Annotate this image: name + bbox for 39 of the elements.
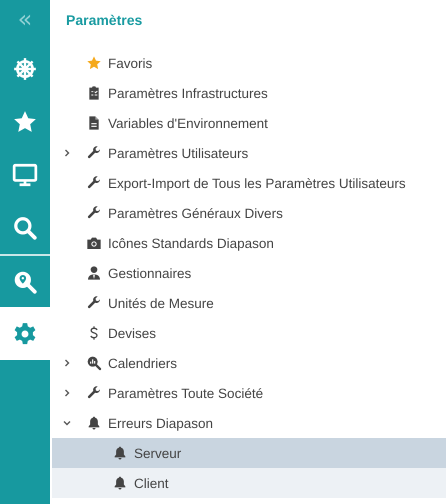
chevron-right-icon[interactable]	[62, 148, 72, 158]
person-icon	[86, 265, 102, 281]
tree-item[interactable]: Variables d'Environnement	[52, 108, 446, 138]
tree-item[interactable]: Paramètres Utilisateurs	[52, 138, 446, 168]
map-search-icon	[12, 268, 38, 294]
gear-icon	[12, 320, 38, 346]
chevron-right-icon[interactable]	[62, 358, 72, 368]
star-icon	[86, 55, 102, 71]
chevron-right-icon[interactable]	[62, 388, 72, 398]
tree-item[interactable]: Erreurs Diapason	[52, 408, 446, 438]
monitor-icon	[12, 162, 38, 188]
tree-item[interactable]: Paramètres Toute Société	[52, 378, 446, 408]
wrench-icon	[86, 295, 102, 311]
tree-item[interactable]: Export-Import de Tous les Paramètres Utilisateurs	[52, 168, 446, 198]
tree-item[interactable]: Gestionnaires	[52, 258, 446, 288]
wheel-icon	[12, 56, 38, 82]
wrench-icon	[86, 145, 102, 161]
camera-icon	[86, 235, 102, 251]
tree-item[interactable]: Favoris	[52, 48, 446, 78]
tree-item[interactable]: Icônes Standards Diapason	[52, 228, 446, 258]
tree-item[interactable]: Unités de Mesure	[52, 288, 446, 318]
tree-item[interactable]: Serveur	[52, 438, 446, 468]
bell-icon	[112, 475, 128, 491]
star-icon	[12, 108, 38, 134]
tree-item[interactable]: Paramètres Généraux Divers	[52, 198, 446, 228]
tree-item[interactable]: Devises	[52, 318, 446, 348]
search-icon	[12, 214, 38, 240]
panel-title: Paramètres	[65, 11, 144, 30]
tree-item[interactable]: Client	[52, 468, 446, 498]
nav-button[interactable]	[0, 307, 50, 360]
wrench-icon	[86, 205, 102, 221]
wrench-icon	[86, 385, 102, 401]
tree-item[interactable]: Calendriers	[52, 348, 446, 378]
wrench-icon	[86, 175, 102, 191]
tree-item[interactable]: Paramètres Infrastructures	[52, 78, 446, 108]
chart-search-icon	[86, 355, 102, 371]
bell-icon	[86, 415, 102, 431]
chevron-down-icon[interactable]	[62, 418, 72, 428]
bell-icon	[112, 445, 128, 461]
